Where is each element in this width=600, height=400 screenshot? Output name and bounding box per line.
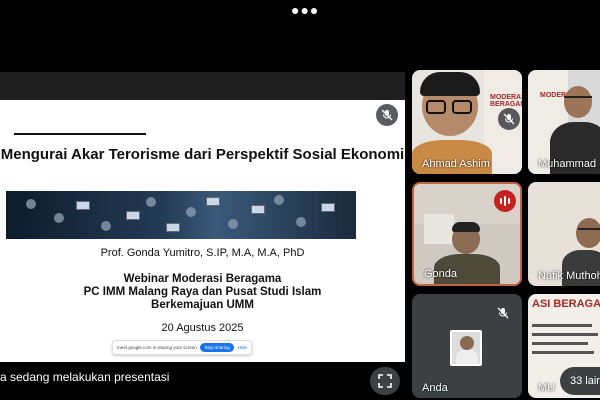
slide-event-line: Webinar Moderasi Beragama xyxy=(123,273,282,285)
hide-button[interactable]: Hide xyxy=(238,345,247,350)
self-view-thumbnail xyxy=(450,330,482,366)
slide-rule xyxy=(14,133,146,135)
slide-title: Mengurai Akar Terorisme dari Perspektif … xyxy=(0,146,405,163)
mic-off-icon xyxy=(498,108,520,130)
screen-share-bar: meet.google.com is sharing your screen. … xyxy=(112,340,252,355)
participant-tile[interactable]: Gonda xyxy=(412,182,522,286)
slide-author: Prof. Gonda Yumitro, S.IP, M.A, M.A, PhD xyxy=(100,247,305,259)
fullscreen-icon xyxy=(378,374,392,388)
share-text: meet.google.com is sharing your screen. xyxy=(117,345,199,350)
mic-off-icon xyxy=(492,302,514,324)
slide-event-line: Berkemajuan UMM xyxy=(151,299,254,311)
participant-name: Gonda xyxy=(424,268,458,280)
participant-name: Nafik Muthohirin xyxy=(538,270,600,282)
presentation-header-strip xyxy=(0,72,405,100)
participant-name: Muhammad xyxy=(538,158,597,170)
others-count-button[interactable]: 33 lainnya xyxy=(560,367,600,395)
slide-event: Webinar Moderasi Beragama PC IMM Malang … xyxy=(0,273,405,312)
top-bar: ●●● xyxy=(0,0,600,20)
poster-text: MODERASI BERAGAMA xyxy=(490,94,522,108)
participant-name: Ahmad Ashim xyxy=(422,158,490,170)
slide-date: 20 Agustus 2025 xyxy=(161,322,244,334)
participant-name: Anda xyxy=(422,382,448,394)
participant-tile[interactable]: MODERASI BERAGAMA Ahmad Ashim xyxy=(412,70,522,174)
stop-sharing-button[interactable]: Stop sharing xyxy=(200,343,234,352)
presenting-caption: a sedang melakukan presentasi xyxy=(0,370,170,384)
more-horizontal-icon[interactable]: ●●● xyxy=(291,2,319,18)
speaking-indicator xyxy=(494,190,516,212)
participant-tile[interactable]: Anda xyxy=(412,294,522,398)
participant-tile[interactable]: Nafik Muthohirin xyxy=(528,182,600,286)
mic-off-icon xyxy=(376,104,398,126)
slide-event-line: PC IMM Malang Raya dan Pusat Studi Islam xyxy=(83,286,322,298)
slide-banner-image xyxy=(6,191,356,239)
participant-tile[interactable]: MODERASI Muhammad xyxy=(528,70,600,174)
shared-slide: Mengurai Akar Terorisme dari Perspektif … xyxy=(0,100,405,362)
participant-name: MU xyxy=(538,382,556,394)
poster-text: ASI BERAGA xyxy=(532,298,600,310)
fullscreen-button[interactable] xyxy=(370,367,400,395)
pin-icon[interactable] xyxy=(348,106,364,124)
